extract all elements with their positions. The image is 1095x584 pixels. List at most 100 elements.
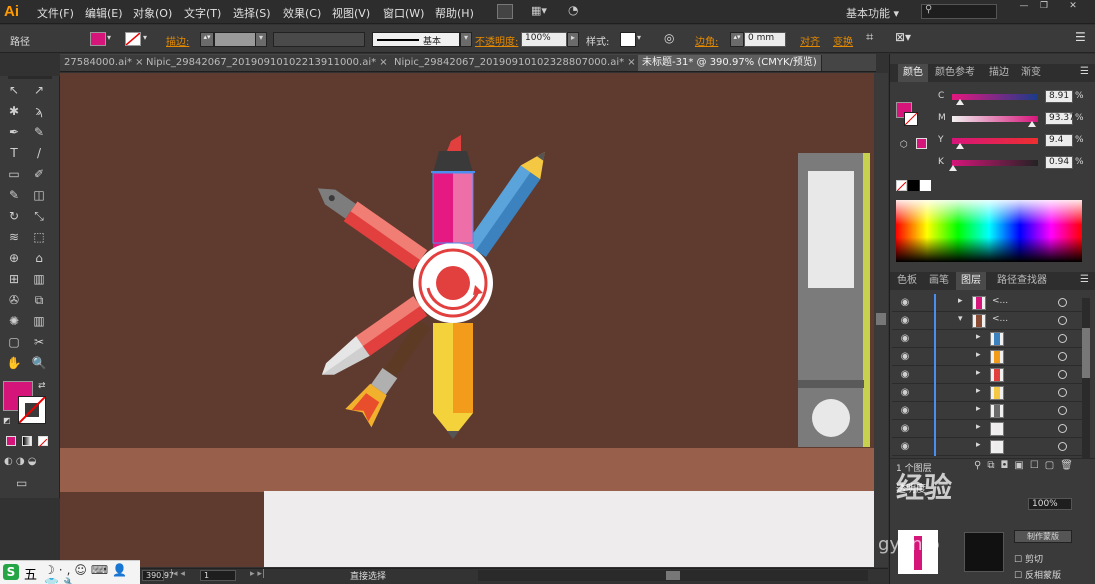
opacity-input[interactable]: 100% [521,32,567,47]
menu-object[interactable]: 对象(O) [133,5,172,21]
tab-color-guide[interactable]: 颜色参考 [930,64,980,82]
disclosure-triangle-icon[interactable]: ▸ [976,332,981,342]
eyedropper-tool[interactable]: ✇ [6,292,22,308]
graphic-style-swatch[interactable] [620,32,636,47]
lasso-tool[interactable]: ϡ [31,103,47,119]
color-mode-icon[interactable] [6,436,16,446]
workspace-switcher[interactable]: 基本功能 ▾ [846,5,899,21]
stroke-weight-stepper[interactable]: ▴▾ [200,32,214,47]
slider-thumb[interactable] [948,165,957,171]
stroke-swatch[interactable] [125,32,141,46]
visibility-eye-icon[interactable]: ◉ [898,440,912,454]
menu-edit[interactable]: 编辑(E) [85,5,123,21]
white-swatch[interactable] [920,180,931,191]
artboard-tool[interactable]: ▢ [6,334,22,350]
menu-window[interactable]: 窗口(W) [383,5,424,21]
curvature-tool[interactable]: ✎ [31,124,47,140]
layers-scrollbar[interactable] [1082,298,1090,458]
tab-swatches[interactable]: 色板 [892,272,922,290]
disclosure-triangle-icon[interactable]: ▸ [958,296,963,306]
make-mask-button[interactable]: 制作蒙版 [1014,530,1072,543]
tab-brushes[interactable]: 画笔 [924,272,954,290]
pen-tool[interactable]: ✒ [6,124,22,140]
direct-selection-tool[interactable]: ↗ [31,82,47,98]
target-circle-icon[interactable] [1058,370,1067,379]
layer-row[interactable]: ◉ ▸ [892,420,1082,438]
tab-doc-active[interactable]: 未标题-31* @ 390.97% (CMYK/预览) [638,55,822,71]
menu-type[interactable]: 文字(T) [184,5,221,21]
next-artboard-button[interactable]: ▸ ▸| [250,569,265,579]
slider-thumb[interactable] [955,99,964,105]
eraser-tool[interactable]: ◫ [31,187,47,203]
panel-grip[interactable] [8,76,52,79]
search-input[interactable]: ⚲ [921,4,997,19]
invert-mask-checkbox[interactable]: ☐ 反相蒙版 [1014,568,1061,581]
default-colors-icon[interactable]: ◩ [3,416,11,425]
color-spectrum[interactable] [896,200,1082,262]
variable-width-profile[interactable] [273,32,365,47]
channel-value-input[interactable]: 8.91 [1045,90,1073,103]
channel-slider[interactable] [952,94,1038,105]
layer-row[interactable]: ◉ ▸ [892,348,1082,366]
transform-label[interactable]: 变换 [833,33,853,48]
artboard-canvas[interactable] [60,73,874,567]
bridge-icon[interactable] [497,4,513,19]
gradient-mode-icon[interactable] [22,436,32,446]
chevron-down-icon[interactable]: ▾ [460,32,472,47]
slider-thumb[interactable] [1028,121,1037,127]
target-circle-icon[interactable] [1058,298,1067,307]
horizontal-scrollbar[interactable] [478,570,868,581]
visibility-eye-icon[interactable]: ◉ [898,350,912,364]
layer-row[interactable]: ◉ ▸ [892,438,1082,456]
disclosure-triangle-icon[interactable]: ▸ [976,350,981,360]
ime-tools-icons[interactable]: ☽·,☺⌨👤👕🔧 [44,563,140,584]
hand-tool[interactable]: ✋ [6,355,22,371]
target-circle-icon[interactable] [1058,406,1067,415]
layer-row[interactable]: ◉ ▸ [892,402,1082,420]
layer-row[interactable]: ◉ ▾ <... [892,312,1082,330]
black-swatch[interactable] [908,180,919,191]
menu-view[interactable]: 视图(V) [332,5,370,21]
graph-tool[interactable]: ▥ [31,313,47,329]
none-mode-icon[interactable] [38,436,48,448]
channel-value-input[interactable]: 9.4 [1045,134,1073,147]
selection-tool[interactable]: ↖ [6,82,22,98]
chevron-down-icon[interactable]: ▾ [637,33,641,42]
transparency-opacity-input[interactable]: 100% [1028,498,1072,510]
target-circle-icon[interactable] [1058,424,1067,433]
disclosure-triangle-icon[interactable]: ▸ [976,386,981,396]
menu-help[interactable]: 帮助(H) [435,5,474,21]
tab-pathfinder[interactable]: 路径查找器 [992,272,1052,290]
visibility-eye-icon[interactable]: ◉ [898,368,912,382]
panel-menu-icon[interactable]: ☰ [1075,30,1086,44]
shape-builder-tool[interactable]: ⊕ [6,250,22,266]
target-circle-icon[interactable] [1058,334,1067,343]
visibility-eye-icon[interactable]: ◉ [898,332,912,346]
ime-mode[interactable]: 五 [24,564,37,583]
drawing-modes-icon[interactable]: ◐ ◑ ◒ [4,456,37,467]
tab-doc-1[interactable]: 27584000.ai* × [60,55,149,71]
zoom-input[interactable]: 390.97 [142,570,174,581]
artboard-number-input[interactable]: 1 [200,570,236,581]
tab-stroke[interactable]: 描边 [984,64,1014,82]
panel-menu-icon[interactable]: ☰ [1080,66,1089,77]
swap-fill-stroke-icon[interactable]: ⇄ [38,381,46,391]
tab-gradient[interactable]: 渐变 [1016,64,1046,82]
layer-row[interactable]: ◉ ▸ [892,384,1082,402]
gpu-performance-icon[interactable]: ◔ [568,3,586,19]
slider-thumb[interactable] [956,143,965,149]
flip-icon[interactable]: ⊠▾ [895,30,911,44]
close-button[interactable]: ✕ [1055,1,1091,13]
layer-name[interactable]: <... [992,296,1008,306]
clip-checkbox[interactable]: ☐ 剪切 [1014,552,1043,565]
isolate-object-icon[interactable]: ⌗ [866,30,873,45]
restore-button[interactable]: ❐ [1035,1,1053,13]
brush-definition[interactable]: 基本 [372,32,460,47]
paintbrush-tool[interactable]: ✐ [31,166,47,182]
scale-tool[interactable]: ⤡ [31,208,47,224]
zoom-tool[interactable]: 🔍 [31,355,47,371]
target-circle-icon[interactable] [1058,352,1067,361]
visibility-eye-icon[interactable]: ◉ [898,386,912,400]
recolor-artwork-icon[interactable]: ◎ [664,31,674,45]
blend-tool[interactable]: ⧉ [31,292,47,308]
